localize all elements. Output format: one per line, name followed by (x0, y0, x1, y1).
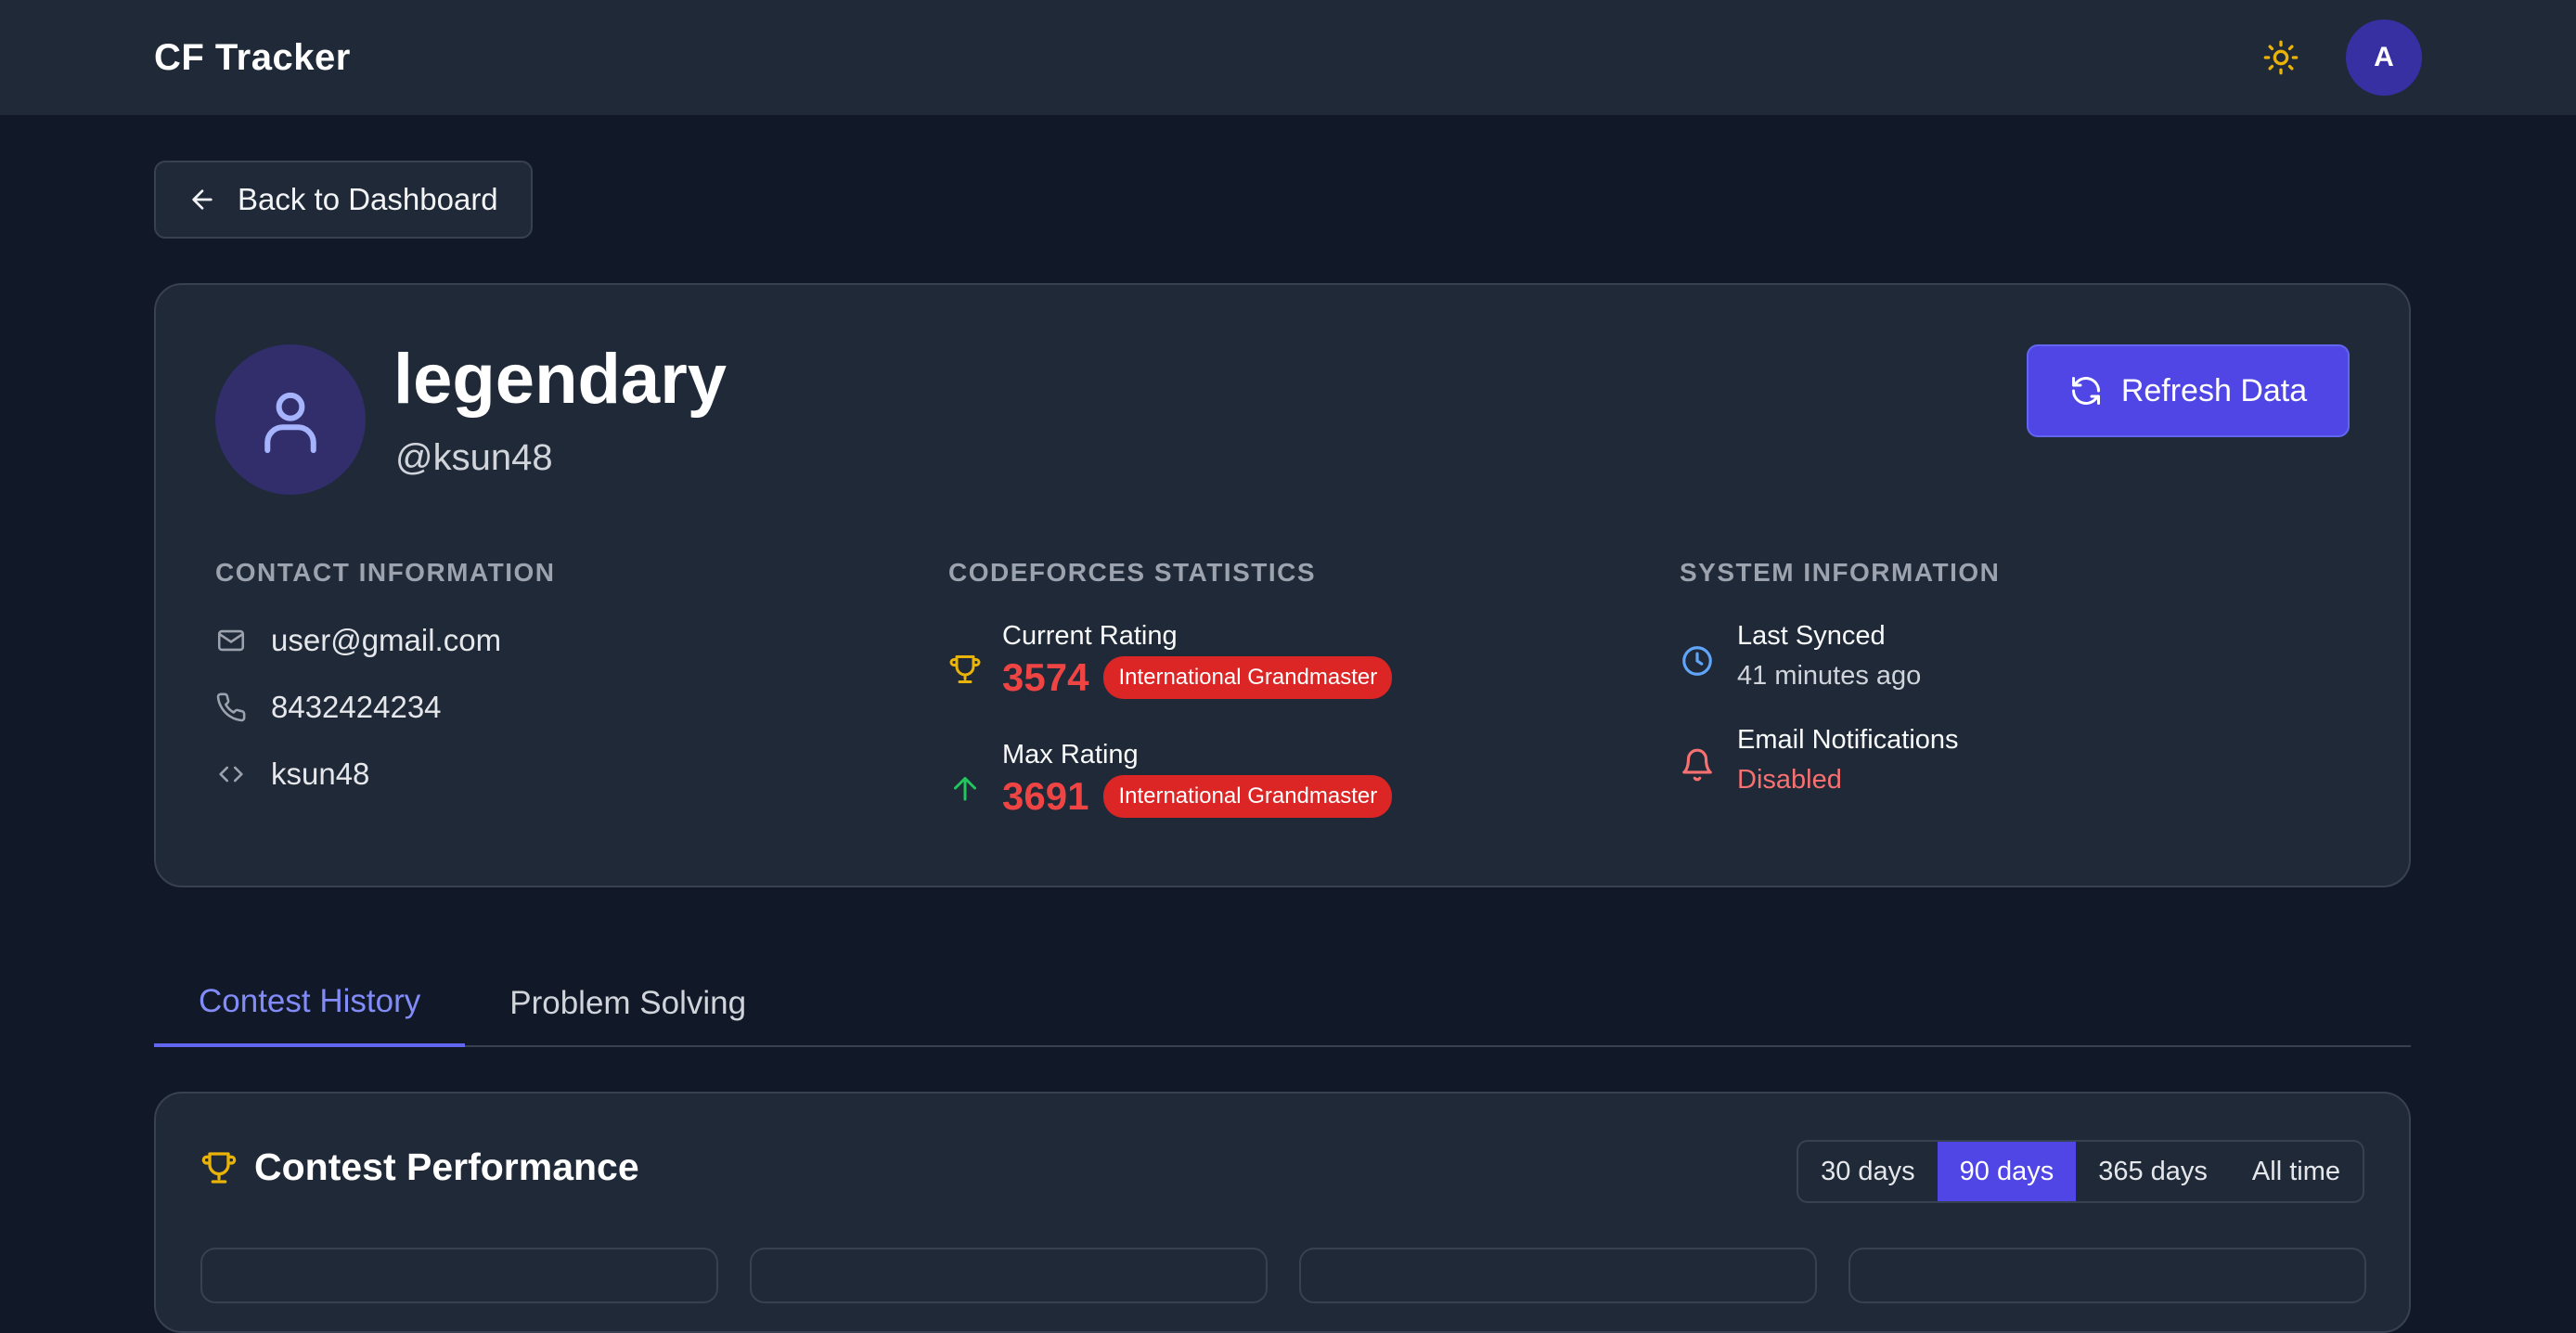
max-rating-block: Max Rating 3691 International Grandmaste… (948, 740, 1393, 819)
stat-card (1848, 1248, 2366, 1303)
range-all-time-button[interactable]: All time (2230, 1142, 2363, 1201)
max-rank-badge: International Grandmaster (1103, 775, 1393, 818)
current-rating-value: 3574 (1002, 655, 1089, 699)
max-rating-label: Max Rating (1002, 740, 1139, 770)
theme-toggle-button[interactable] (2259, 35, 2303, 80)
top-navbar: CF Tracker A (0, 0, 2576, 115)
profile-handle: @ksun48 (395, 437, 553, 478)
sun-icon (2263, 40, 2299, 75)
contact-cf-handle: ksun48 (271, 757, 370, 791)
profile-card: legendary @ksun48 Refresh Data CONTACT I… (154, 283, 2411, 887)
contest-performance-card: Contest Performance 30 days 90 days 365 … (154, 1092, 2411, 1333)
last-synced-label: Last Synced (1737, 621, 1886, 651)
email-notifications-value: Disabled (1737, 765, 1842, 795)
user-icon (264, 392, 316, 453)
stat-card (1299, 1248, 1817, 1303)
phone-icon (215, 692, 247, 723)
tab-problem-solving[interactable]: Problem Solving (465, 960, 791, 1047)
tab-contest-history[interactable]: Contest History (154, 960, 466, 1047)
brand-logo[interactable]: CF Tracker (154, 37, 351, 79)
profile-name: legendary (393, 340, 728, 419)
arrow-up-icon (954, 777, 976, 801)
profile-avatar (215, 344, 366, 495)
last-synced-value: 41 minutes ago (1737, 661, 1922, 691)
back-button-label: Back to Dashboard (238, 182, 498, 216)
tab-bar: Contest History Problem Solving (154, 960, 2411, 1047)
last-synced-block: Last Synced 41 minutes ago (1680, 621, 1921, 692)
contact-phone: 8432424234 (271, 690, 442, 724)
system-section-title: SYSTEM INFORMATION (1680, 558, 2001, 587)
top-right-actions: A (2259, 19, 2422, 96)
bell-icon (1682, 748, 1712, 782)
refresh-icon (2071, 377, 2100, 405)
current-rank-badge: International Grandmaster (1103, 656, 1393, 699)
trophy-icon (201, 1151, 237, 1184)
arrow-left-icon (192, 189, 213, 210)
back-to-dashboard-button[interactable]: Back to Dashboard (154, 161, 533, 239)
stat-card (200, 1248, 718, 1303)
code-icon (215, 758, 247, 790)
trophy-icon (949, 655, 981, 683)
current-rating-label: Current Rating (1002, 621, 1178, 651)
refresh-data-button[interactable]: Refresh Data (2027, 344, 2350, 437)
mail-icon (215, 625, 247, 656)
time-range-selector: 30 days 90 days 365 days All time (1797, 1140, 2364, 1203)
range-30-days-button[interactable]: 30 days (1798, 1142, 1938, 1201)
contact-handle-row: ksun48 (215, 757, 369, 792)
contest-performance-heading: Contest Performance (200, 1145, 639, 1189)
current-rating-block: Current Rating 3574 International Grandm… (948, 621, 1393, 700)
stat-card (750, 1248, 1268, 1303)
email-notifications-label: Email Notifications (1737, 725, 1959, 755)
clock-icon (1682, 646, 1712, 676)
stats-section-title: CODEFORCES STATISTICS (948, 558, 1317, 587)
range-90-days-button[interactable]: 90 days (1937, 1142, 2077, 1201)
contact-email: user@gmail.com (271, 623, 502, 657)
user-avatar-button[interactable]: A (2346, 19, 2422, 96)
email-notifications-block: Email Notifications Disabled (1680, 725, 1959, 796)
range-365-days-button[interactable]: 365 days (2076, 1142, 2230, 1201)
contact-phone-row: 8432424234 (215, 690, 442, 725)
contact-email-row: user@gmail.com (215, 623, 501, 658)
contest-performance-title: Contest Performance (254, 1145, 639, 1188)
refresh-button-label: Refresh Data (2120, 372, 2308, 408)
contact-section-title: CONTACT INFORMATION (215, 558, 556, 587)
max-rating-value: 3691 (1002, 774, 1089, 818)
